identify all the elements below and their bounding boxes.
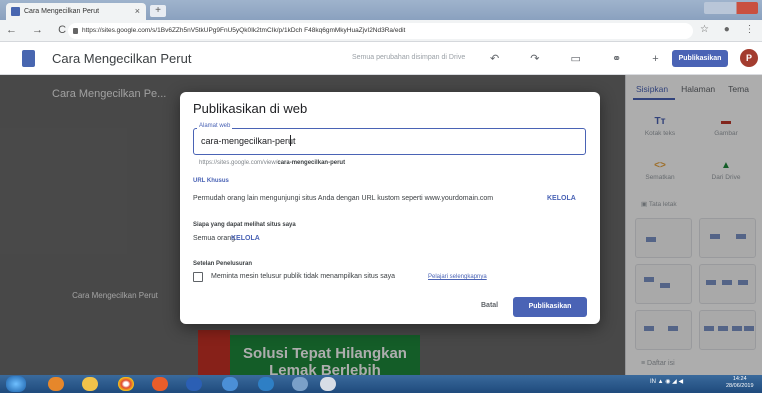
learn-more-link[interactable]: Pelajari selengkapnya <box>428 274 487 280</box>
tab-title: Cara Mengecilkan Perut <box>24 8 100 15</box>
search-settings-heading: Setelan Penelusuran <box>193 261 253 267</box>
sites-logo-icon[interactable] <box>22 50 35 67</box>
new-tab-button[interactable]: + <box>150 5 166 17</box>
url-field[interactable]: https://sites.google.com/s/1Bv6ZZh5nV5tk… <box>68 23 693 39</box>
avatar[interactable]: P <box>740 49 758 67</box>
publish-button[interactable]: Publikasikan <box>513 297 587 317</box>
custom-url-heading: URL Khusus <box>193 178 229 184</box>
cancel-button[interactable]: Batal <box>481 302 498 309</box>
save-status: Semua perubahan disimpan di Drive <box>352 54 466 61</box>
web-address-value[interactable]: cara-mengecilkan-perut <box>201 136 296 146</box>
system-tray[interactable]: IN ▲ ◉ ◢ ◀ <box>650 378 683 385</box>
hide-from-search-label[interactable]: Meminta mesin telusur publik tidak menam… <box>211 273 395 280</box>
sites-favicon-icon <box>11 7 20 16</box>
browser-tab[interactable]: Cara Mengecilkan Perut × <box>6 3 146 20</box>
app-icon[interactable] <box>320 377 336 391</box>
publish-dialog <box>180 92 600 324</box>
chrome-icon[interactable] <box>118 377 134 391</box>
start-button-icon[interactable] <box>6 376 26 392</box>
text-caret <box>290 135 291 146</box>
dialog-title: Publikasikan di web <box>193 101 308 116</box>
explorer-icon[interactable] <box>82 377 98 391</box>
url-text: https://sites.google.com/s/1Bv6ZZh5nV5tk… <box>82 27 406 34</box>
app-icon[interactable] <box>222 377 238 391</box>
header-publish-button[interactable]: Publikasikan <box>672 50 728 67</box>
custom-url-description: Permudah orang lain mengunjungi situs An… <box>193 195 494 202</box>
app-icon[interactable] <box>258 377 274 391</box>
word-icon[interactable] <box>186 377 202 391</box>
doc-title[interactable]: Cara Mengecilkan Perut <box>52 51 191 66</box>
manage-visitors-link[interactable]: KELOLA <box>231 235 260 242</box>
navigation-buttons[interactable]: ← → C <box>6 24 72 36</box>
lock-icon <box>73 28 78 34</box>
url-preview: https://sites.google.com/view/cara-menge… <box>199 160 346 166</box>
windows-taskbar <box>0 375 762 393</box>
hide-from-search-checkbox[interactable] <box>193 272 203 282</box>
app-icon[interactable] <box>292 377 308 391</box>
visitors-heading: Siapa yang dapat melihat situs saya <box>193 222 296 228</box>
firefox-icon[interactable] <box>48 377 64 391</box>
visitors-value: Semua orang <box>193 235 236 242</box>
window-controls[interactable] <box>704 2 758 14</box>
tab-close-icon[interactable]: × <box>135 3 140 20</box>
web-address-label: Alamat web <box>197 123 233 129</box>
manage-custom-url-link[interactable]: KELOLA <box>547 195 576 202</box>
browser-toolbar-icons[interactable]: ☆ ● ⋮ <box>700 24 761 35</box>
clock[interactable]: 14:24 28/06/2019 <box>726 376 754 390</box>
app-icon[interactable] <box>152 377 168 391</box>
